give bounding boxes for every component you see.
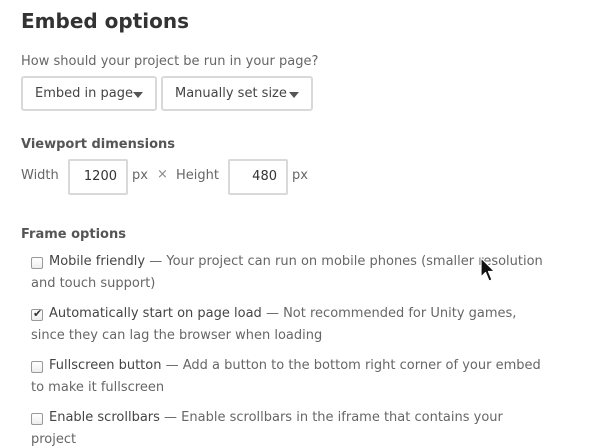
- caret-down-icon: [289, 92, 299, 98]
- option-name: Automatically start on page load: [49, 306, 262, 321]
- frame-options-label: Frame options: [21, 227, 126, 242]
- option-enable-scrollbars: Enable scrollbars — Enable scrollbars in…: [31, 407, 551, 447]
- option-mobile-friendly: Mobile friendly — Your project can run o…: [31, 251, 551, 295]
- caret-down-icon: [133, 92, 143, 98]
- times-icon: ×: [157, 167, 168, 182]
- width-unit: px: [132, 168, 148, 183]
- size-mode-select[interactable]: Manually set size: [161, 76, 313, 111]
- embed-options-panel: Embed options How should your project be…: [0, 0, 593, 447]
- size-mode-value: Manually set size: [175, 86, 287, 101]
- height-input[interactable]: 480: [228, 159, 288, 195]
- embed-mode-value: Embed in page: [35, 86, 133, 101]
- height-label: Height: [176, 168, 219, 183]
- option-fullscreen-button: Fullscreen button — Add a button to the …: [31, 355, 551, 399]
- option-name: Enable scrollbars: [49, 410, 160, 425]
- height-unit: px: [292, 168, 308, 183]
- run-question-label: How should your project be run in your p…: [21, 54, 319, 69]
- viewport-dimensions-label: Viewport dimensions: [21, 137, 176, 152]
- width-label: Width: [21, 168, 59, 183]
- option-name: Mobile friendly: [49, 254, 146, 269]
- page-title: Embed options: [21, 9, 190, 33]
- option-autostart: Automatically start on page load — Not r…: [31, 303, 551, 347]
- width-input[interactable]: 1200: [68, 159, 128, 195]
- mouse-pointer-icon: [480, 257, 496, 282]
- embed-mode-select[interactable]: Embed in page: [21, 76, 157, 111]
- option-name: Fullscreen button: [49, 358, 162, 373]
